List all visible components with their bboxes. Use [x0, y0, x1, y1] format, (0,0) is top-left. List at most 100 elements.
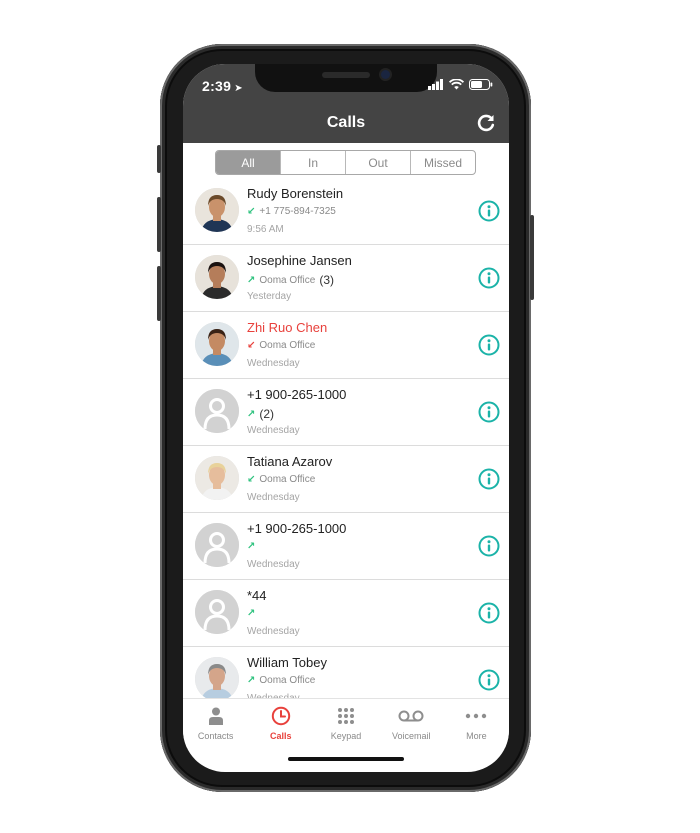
- speaker-grille: [322, 72, 370, 78]
- caller-name: Josephine Jansen: [247, 253, 352, 268]
- tab-label: Voicemail: [391, 731, 431, 741]
- caller-name: Rudy Borenstein: [247, 186, 344, 201]
- keypad-icon: [338, 708, 354, 724]
- contact-photo: [195, 188, 239, 232]
- call-count: (2): [259, 407, 275, 421]
- call-list-item[interactable]: Josephine Jansen ↗ Ooma Office (3) Yeste…: [183, 245, 509, 312]
- info-icon[interactable]: [478, 602, 500, 624]
- page-title: Calls: [326, 114, 366, 131]
- location-arrow-icon: ➤: [234, 83, 243, 94]
- refresh-icon[interactable]: [475, 112, 497, 134]
- call-detail-line: ↗: [247, 608, 255, 619]
- contact-photo: [195, 255, 239, 299]
- status-time: 2:39 ➤: [202, 78, 243, 94]
- filter-in[interactable]: In: [280, 151, 345, 174]
- tab-label: More: [466, 731, 487, 741]
- tab-label: Calls: [270, 731, 292, 741]
- filter-out[interactable]: Out: [345, 151, 410, 174]
- call-list-item[interactable]: Zhi Ruo Chen ↙ Ooma Office Wednesday: [183, 312, 509, 379]
- call-list-item[interactable]: +1 900-265-1000 ↗ Wednesday: [183, 513, 509, 580]
- tab-more[interactable]: More: [444, 699, 509, 748]
- tab-calls[interactable]: Calls: [248, 699, 313, 748]
- person-silhouette-icon: [195, 523, 239, 567]
- home-indicator[interactable]: [288, 757, 404, 761]
- contact-photo-avatar: [195, 657, 239, 698]
- more-icon: [466, 713, 487, 719]
- caller-name: +1 900-265-1000: [247, 521, 347, 536]
- battery-icon: [469, 79, 493, 90]
- contact-photo-avatar: [195, 322, 239, 366]
- tab-keypad[interactable]: Keypad: [313, 699, 378, 748]
- info-icon[interactable]: [478, 535, 500, 557]
- call-time: Wednesday: [247, 559, 300, 570]
- volume-down-button: [157, 266, 161, 321]
- contact-photo-avatar: [195, 255, 239, 299]
- contact-photo-avatar: [195, 188, 239, 232]
- time-text: 2:39: [202, 78, 232, 94]
- missed-call-arrow-icon: ↙: [247, 340, 256, 351]
- caller-name: *44: [247, 588, 267, 603]
- volume-up-button: [157, 197, 161, 252]
- contact-photo: [195, 456, 239, 500]
- call-detail-line: ↗: [247, 541, 255, 552]
- power-button: [530, 215, 534, 300]
- calls-list: Rudy Borenstein ↙ +1 775-894-7325 9:56 A…: [183, 178, 509, 698]
- tab-label: Contacts: [197, 731, 234, 741]
- info-icon[interactable]: [478, 267, 500, 289]
- call-line-label: Ooma Office: [259, 474, 316, 485]
- contact-photo-avatar: [195, 456, 239, 500]
- call-detail-line: ↗ Ooma Office (3): [247, 273, 334, 287]
- call-count: (3): [319, 273, 335, 287]
- outgoing-call-arrow-icon: ↗: [247, 608, 256, 619]
- outgoing-call-arrow-icon: ↗: [247, 675, 256, 686]
- tab-voicemail[interactable]: Voicemail: [379, 699, 444, 748]
- signal-icon: [428, 79, 443, 90]
- front-camera: [381, 70, 390, 79]
- call-time: Wednesday: [247, 626, 300, 637]
- call-line-label: +1 775-894-7325: [259, 206, 336, 217]
- call-list-item[interactable]: +1 900-265-1000 ↗ (2) Wednesday: [183, 379, 509, 446]
- caller-name: Zhi Ruo Chen: [247, 320, 328, 335]
- call-time: Wednesday: [247, 358, 300, 369]
- call-detail-line: ↙ Ooma Office: [247, 340, 315, 351]
- outgoing-call-arrow-icon: ↗: [247, 408, 256, 420]
- tab-label: Keypad: [330, 731, 362, 741]
- call-detail-line: ↙ Ooma Office: [247, 474, 315, 485]
- call-time: Wednesday: [247, 492, 300, 503]
- person-silhouette-icon: [195, 590, 239, 634]
- call-detail-line: ↗ (2): [247, 407, 274, 421]
- info-icon[interactable]: [478, 669, 500, 691]
- filter-all[interactable]: All: [216, 151, 280, 174]
- call-line-label: Ooma Office: [259, 675, 316, 686]
- tab-bar: Contacts Calls Keypad Voicemail More: [183, 698, 509, 748]
- mute-switch: [157, 145, 161, 173]
- call-detail-line: ↗ Ooma Office: [247, 675, 315, 686]
- tab-contacts[interactable]: Contacts: [183, 699, 248, 748]
- outgoing-call-arrow-icon: ↗: [247, 274, 256, 286]
- call-time: 9:56 AM: [247, 224, 284, 235]
- contact-photo: [195, 322, 239, 366]
- status-icons: [428, 79, 493, 90]
- filter-missed[interactable]: Missed: [410, 151, 475, 174]
- caller-name: +1 900-265-1000: [247, 387, 347, 402]
- call-list-item[interactable]: Tatiana Azarov ↙ Ooma Office Wednesday: [183, 446, 509, 513]
- clock-icon: [271, 706, 290, 726]
- call-list-item[interactable]: Rudy Borenstein ↙ +1 775-894-7325 9:56 A…: [183, 178, 509, 245]
- info-icon[interactable]: [478, 468, 500, 490]
- person-icon: [208, 707, 223, 725]
- call-time: Wednesday: [247, 425, 300, 436]
- info-icon[interactable]: [478, 200, 500, 222]
- outgoing-call-arrow-icon: ↗: [247, 541, 256, 552]
- call-filter-segmented-control: All In Out Missed: [215, 150, 476, 175]
- call-list-item[interactable]: William Tobey ↗ Ooma Office Wednesday: [183, 647, 509, 698]
- info-icon[interactable]: [478, 401, 500, 423]
- info-icon[interactable]: [478, 334, 500, 356]
- wifi-icon: [449, 79, 464, 90]
- default-avatar-icon: [195, 590, 239, 634]
- caller-name: Tatiana Azarov: [247, 454, 333, 469]
- notch: [255, 64, 437, 92]
- default-avatar-icon: [195, 523, 239, 567]
- call-list-item[interactable]: *44 ↗ Wednesday: [183, 580, 509, 647]
- contact-photo: [195, 657, 239, 698]
- call-line-label: Ooma Office: [259, 274, 316, 286]
